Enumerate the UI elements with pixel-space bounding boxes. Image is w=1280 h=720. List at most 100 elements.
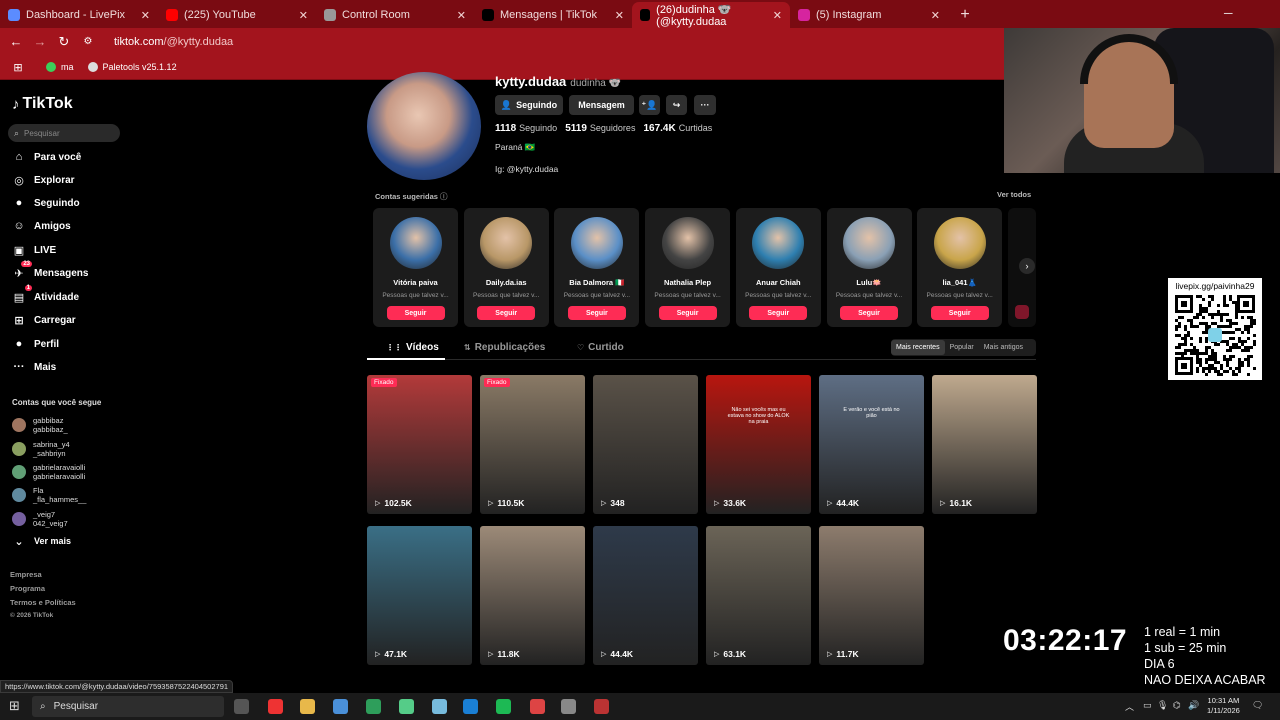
chrome-icon[interactable] [530,699,545,714]
app-icon[interactable] [399,699,414,714]
browser-tab[interactable]: (26)dudinha 🐨 (@kytty.dudaa ✕ [632,2,790,28]
video-thumbnail[interactable]: ▷ 348 [593,375,698,514]
suggested-card[interactable]: Bia Dalmora 🇮🇹 Pessoas que talvez v... Seg… [554,208,640,327]
following-account[interactable]: sabrina_y4 _sahbriyn [12,440,70,458]
microphone-icon[interactable]: 🎙 [1157,700,1168,711]
video-thumbnail[interactable]: ▷ 44.4K [593,526,698,665]
video-thumbnail[interactable]: Fixado ▷ 102.5K [367,375,472,514]
edge-icon[interactable] [463,699,478,714]
app-icon[interactable] [268,699,283,714]
following-account[interactable]: gabrielaravaiolli gabrielaravaiolli [12,463,85,481]
new-tab-button[interactable]: + [952,2,978,28]
sidebar-item-home[interactable]: ⌂ Para você [12,150,82,164]
tiktok-logo[interactable]: ♪ TikTok [12,95,73,113]
taskbar-search[interactable]: ⌕ Pesquisar [32,696,224,717]
close-icon[interactable]: ✕ [773,9,782,22]
search-input[interactable]: ⌕ Pesquisar [8,124,120,142]
see-more-button[interactable]: ⌄ Ver mais [12,534,71,548]
tab-grid[interactable]: ⋮⋮ Vídeos [386,342,439,353]
url-field[interactable]: tiktok.com/@kytty.dudaa [114,36,233,48]
following-account[interactable]: Fla _fla_hammes__ [12,486,86,504]
following-account[interactable]: _veig7 042_veig7 [12,510,68,528]
volume-icon[interactable]: 🔊 [1188,700,1199,711]
tab-heart-outline[interactable]: ♡ Curtido [577,342,624,353]
sidebar-item-compass[interactable]: ◎ Explorar [12,173,74,187]
next-arrow-icon[interactable]: › [1019,258,1035,274]
sidebar-item-friends[interactable]: ☺ Amigos [12,219,70,233]
sidebar-item-live[interactable]: ▣ LIVE [12,243,56,257]
tray-app-icon[interactable]: ▭ [1143,700,1152,711]
suggested-card[interactable]: Daily.da.ias Pessoas que talvez v... Segui… [463,208,549,327]
follow-button[interactable]: Seguir [749,306,808,320]
suggested-card[interactable]: Nathalia Plep Pessoas que talvez v... Segu… [645,208,731,327]
video-thumbnail[interactable]: ▷ 16.1K [932,375,1037,514]
taskbar-clock[interactable]: 10:31 AM 1/11/2026 [1207,696,1240,716]
app-icon[interactable] [594,699,609,714]
add-friend-button[interactable]: ⁺👤 [639,95,660,115]
suggested-card[interactable]: Anuar Chiah Pessoas que talvez v... Seguir [735,208,821,327]
footer-link[interactable]: Programa [10,584,45,593]
suggested-card[interactable]: lia_041👗 Pessoas que talvez v... Seguir [917,208,1003,327]
sidebar-item-activity[interactable]: ▤ 1 Atividade [12,285,79,304]
share-button[interactable]: ↪ [666,95,687,115]
video-thumbnail[interactable]: Fixado ▷ 110.5K [480,375,585,514]
footer-link[interactable]: Empresa [10,570,42,579]
message-button[interactable]: Mensagem [569,95,634,115]
minimize-icon[interactable]: ─ [1224,6,1233,20]
sidebar-item-following-avatar[interactable]: ● Seguindo [12,196,80,210]
reload-icon[interactable]: ↻ [54,34,74,50]
forward-icon[interactable]: → [30,34,50,49]
follow-button[interactable]: Seguir [930,306,989,320]
video-thumbnail[interactable]: Não sei vocês mas eu estava no show do A… [706,375,811,514]
more-button[interactable]: ··· [694,95,716,115]
browser-tab[interactable]: (5) Instagram ✕ [790,2,948,28]
app-icon[interactable] [561,699,576,714]
tab-repost[interactable]: ⇅ Republicações [464,342,545,353]
profile-avatar[interactable] [367,72,481,180]
site-info-icon[interactable]: ⚙ [78,36,98,47]
following-button[interactable]: 👤 Seguindo [495,95,563,115]
follow-button[interactable]: Seguir [567,306,626,320]
sort-option[interactable]: Mais antigos [979,340,1028,355]
sidebar-item-messages[interactable]: ✈ 23 Mensagens [12,261,88,280]
sidebar-item-upload[interactable]: ⊞ Carregar [12,313,75,327]
video-thumbnail[interactable]: E verão e você está no pião ▷ 44.4K [819,375,924,514]
following-account[interactable]: gabbibaz gabbibaz_ [12,416,68,434]
file-explorer-icon[interactable] [300,699,315,714]
close-icon[interactable]: ✕ [615,9,624,22]
follow-button[interactable]: Seguir [386,306,445,320]
video-thumbnail[interactable]: ▷ 47.1K [367,526,472,665]
app-icon[interactable] [366,699,381,714]
browser-tab[interactable]: Control Room ✕ [316,2,474,28]
see-all-link[interactable]: Ver todos [997,190,1031,199]
close-icon[interactable]: ✕ [299,9,308,22]
apps-grid-icon[interactable]: ⊞ [8,61,28,74]
sidebar-item-profile[interactable]: ● Perfil [12,337,59,351]
windows-start-icon[interactable]: ⊞ [9,698,20,714]
browser-tab[interactable]: (225) YouTube ✕ [158,2,316,28]
browser-tab[interactable]: Dashboard - LivePix ✕ [0,2,158,28]
video-thumbnail[interactable]: ▷ 11.8K [480,526,585,665]
close-icon[interactable]: ✕ [457,9,466,22]
chrome-icon[interactable] [333,699,348,714]
spotify-icon[interactable] [496,699,511,714]
task-view-icon[interactable] [234,699,249,714]
network-icon[interactable]: ⌬ [1173,700,1181,711]
suggested-card[interactable]: Lulu🪷 Pessoas que talvez v... Seguir [826,208,912,327]
suggested-card[interactable]: Vitória paiva Pessoas que talvez v... Segu… [373,208,458,327]
sidebar-item-more[interactable]: ··· Mais [12,360,57,374]
follow-button[interactable]: Seguir [477,306,536,320]
app-icon[interactable] [432,699,447,714]
footer-link[interactable]: Termos e Políticas [10,598,76,607]
notifications-icon[interactable]: 🗨 [1252,700,1263,711]
video-thumbnail[interactable]: ▷ 11.7K [819,526,924,665]
follow-button[interactable]: Seguir [658,306,717,320]
sort-option[interactable]: Mais recentes [891,340,945,355]
back-icon[interactable]: ← [6,34,26,49]
browser-tab[interactable]: Mensagens | TikTok ✕ [474,2,632,28]
close-icon[interactable]: ✕ [931,9,940,22]
tray-chevron-icon[interactable]: ︿ [1125,700,1134,713]
bookmark-paletools[interactable]: Paletools v25.1.12 [87,62,177,72]
info-icon[interactable]: ⓘ [440,192,448,201]
close-icon[interactable]: ✕ [141,9,150,22]
